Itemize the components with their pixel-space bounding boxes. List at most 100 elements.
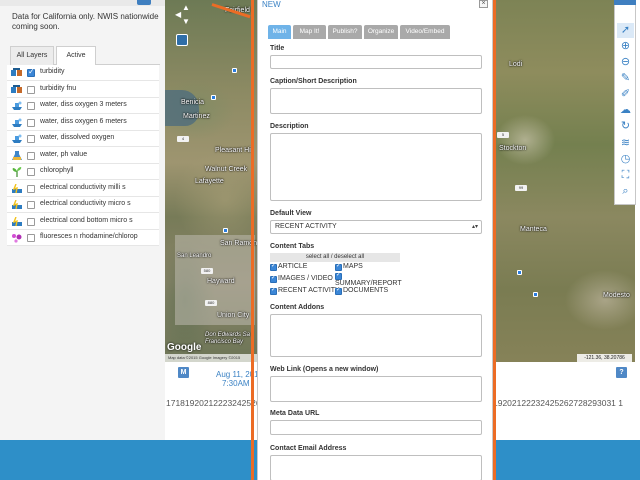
layer-item[interactable]: fluoresces n rhodamine/chlorop <box>7 230 159 246</box>
upload-icon[interactable]: ☁ <box>617 103 634 118</box>
close-icon[interactable]: × <box>479 0 488 8</box>
map-type-button[interactable] <box>176 34 188 46</box>
turbidity-icon <box>11 84 23 95</box>
layer-item[interactable]: water, diss oxygen 6 meters <box>7 115 159 131</box>
conductivity-icon <box>11 216 23 227</box>
timeline-days[interactable]: 19202122232425262728293031 1 <box>493 398 635 408</box>
checkbox-icon[interactable] <box>270 286 277 295</box>
layer-item[interactable]: electrical conductivity micro s <box>7 197 159 213</box>
default-view-select[interactable]: RECENT ACTIVITY ▴▾ <box>270 220 482 234</box>
layer-checkbox[interactable] <box>27 102 35 110</box>
caption-textarea[interactable] <box>270 88 482 114</box>
tab-organize[interactable]: Organize <box>364 25 398 39</box>
title-input[interactable] <box>270 55 482 69</box>
content-tab-label: IMAGES / VIDEO <box>278 275 333 282</box>
checkbox-icon[interactable] <box>335 286 342 295</box>
layer-item[interactable]: water, ph value <box>7 148 159 164</box>
contact-email-input[interactable] <box>270 455 482 480</box>
map-attribution: Map data ©2015 Google Imagery ©2015 <box>165 354 258 362</box>
layer-label: electrical conductivity micro s <box>40 200 131 207</box>
oxygen-boat-icon <box>11 134 23 144</box>
layer-checkbox[interactable] <box>27 184 35 193</box>
tab-video-embed[interactable]: Video/Embed <box>400 25 450 39</box>
layer-checkbox[interactable] <box>27 67 35 77</box>
layer-list: turbidity turbidity fnu water, diss oxygen… <box>7 65 159 246</box>
layer-checkbox[interactable] <box>27 201 35 209</box>
layer-item[interactable]: electrical conductivity milli s <box>7 181 159 197</box>
toolbar-collapse-button[interactable] <box>614 0 636 5</box>
layer-item[interactable]: electrical cond bottom micro s <box>7 214 159 230</box>
layer-checkbox[interactable] <box>27 85 35 94</box>
dialog-title: NEW <box>262 0 281 9</box>
checkbox-icon[interactable] <box>270 274 277 283</box>
clock-icon[interactable]: ◷ <box>617 152 634 167</box>
map-left[interactable]: ▲ ◀ ▼ Fairfield Benicia Martinez Pleasan… <box>165 0 258 362</box>
layer-label: chlorophyll <box>40 167 74 174</box>
highway-shield: 99 <box>515 185 527 191</box>
web-link-label: Web Link (Opens a new window) <box>270 366 379 373</box>
checkbox-icon[interactable] <box>335 271 342 280</box>
map-label-modesto: Modesto <box>603 292 630 299</box>
layer-item[interactable]: water, dissolved oxygen <box>7 131 159 147</box>
map-label-san-leandro: San Leandro <box>177 253 212 259</box>
layer-item[interactable]: water, diss oxygen 3 meters <box>7 98 159 114</box>
checkbox-icon[interactable] <box>270 262 277 271</box>
layer-checkbox[interactable] <box>27 151 35 160</box>
description-textarea[interactable] <box>270 133 482 201</box>
draw-icon[interactable]: ✐ <box>617 87 634 102</box>
tab-all-layers[interactable]: All Layers <box>10 46 54 65</box>
select-all-toggle[interactable]: select all / deselect all <box>270 253 400 262</box>
content-addons-textarea[interactable] <box>270 314 482 357</box>
station-marker[interactable] <box>211 95 216 100</box>
layer-checkbox[interactable] <box>27 168 35 176</box>
refresh-icon[interactable]: ↻ <box>617 119 634 134</box>
ph-flask-icon <box>11 150 23 161</box>
map-toolbar: ➚ ⊕ ⊖ ✎ ✐ ☁ ↻ ≋ ◷ ⛶ ⌕ <box>614 0 636 205</box>
coverage-notice: Data for California only. NWIS nationwid… <box>12 12 159 31</box>
station-marker[interactable] <box>533 292 538 297</box>
layer-checkbox[interactable] <box>27 217 35 226</box>
help-button[interactable]: ? <box>616 367 627 378</box>
station-marker[interactable] <box>223 228 228 233</box>
tab-active[interactable]: Active <box>56 46 96 66</box>
plant-icon <box>11 167 23 177</box>
map-label-martinez: Martinez <box>183 113 210 120</box>
dye-icon <box>11 233 23 243</box>
zoom-in-icon[interactable]: ⊕ <box>617 39 634 54</box>
panel-collapse-button[interactable] <box>137 0 151 5</box>
pan-up-icon[interactable]: ▲ <box>182 3 190 12</box>
ruler-icon[interactable]: ✎ <box>617 71 634 86</box>
layers-icon[interactable]: ≋ <box>617 136 634 151</box>
map-label-bay-refuge: Don Edwards Sa Francisco Bay <box>205 332 251 345</box>
pan-down-icon[interactable]: ▼ <box>182 17 190 26</box>
highway-shield: 880 <box>205 300 217 306</box>
content-tab-label: SUMMARY/REPORT <box>335 280 402 287</box>
map-pan-control[interactable]: ▲ ◀ ▼ <box>175 0 195 30</box>
station-marker[interactable] <box>517 270 522 275</box>
tab-main[interactable]: Main <box>268 25 291 39</box>
frame-line <box>251 0 254 480</box>
content-tab-label: MAPS <box>343 263 363 270</box>
map-label-pleasant-hill: Pleasant Hi <box>215 147 251 154</box>
layer-checkbox[interactable] <box>27 135 35 143</box>
timeline-mode-button[interactable]: M <box>178 367 189 378</box>
pan-left-icon[interactable]: ◀ <box>175 10 181 19</box>
checkbox-icon[interactable] <box>335 262 342 271</box>
content-addons-label: Content Addons <box>270 304 325 311</box>
search-icon[interactable]: ⌕ <box>617 184 634 199</box>
caption-label: Caption/Short Description <box>270 78 357 85</box>
layer-checkbox[interactable] <box>27 118 35 127</box>
web-link-textarea[interactable] <box>270 376 482 402</box>
tab-map-it[interactable]: Map It! <box>293 25 326 39</box>
station-marker[interactable] <box>232 68 237 73</box>
layer-checkbox[interactable] <box>27 234 35 242</box>
metadata-url-input[interactable] <box>270 420 482 435</box>
layer-item[interactable]: turbidity fnu <box>7 82 159 98</box>
pointer-icon[interactable]: ➚ <box>617 23 634 38</box>
timeline-days[interactable]: 1718192021222324252627 <box>166 398 258 408</box>
tab-publish[interactable]: Publish? <box>328 25 362 39</box>
fullscreen-icon[interactable]: ⛶ <box>617 168 634 183</box>
layer-item[interactable]: turbidity <box>7 65 159 81</box>
zoom-out-icon[interactable]: ⊖ <box>617 55 634 70</box>
layer-item[interactable]: chlorophyll <box>7 164 159 180</box>
